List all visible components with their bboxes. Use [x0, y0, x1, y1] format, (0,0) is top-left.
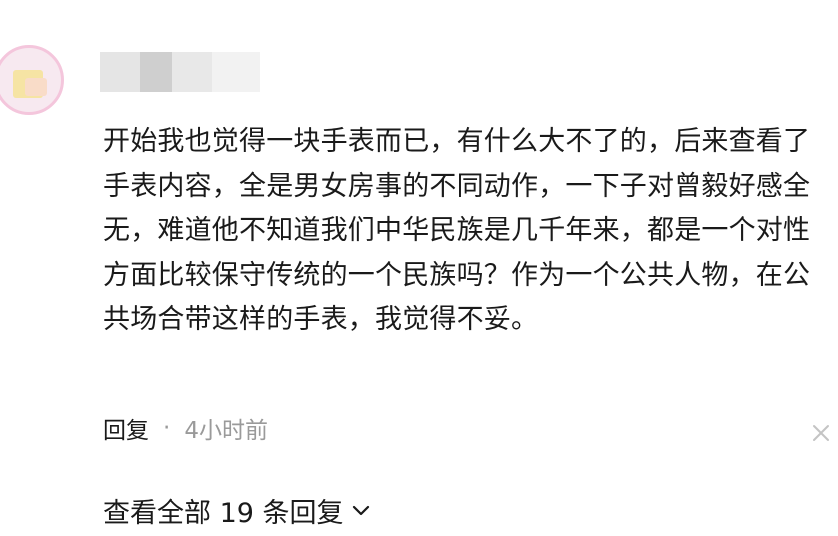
separator-dot: ·	[163, 415, 171, 441]
comment-meta: 回复 · 4小时前	[103, 410, 268, 446]
avatar[interactable]	[0, 45, 64, 115]
avatar-image-fragment	[25, 78, 47, 96]
username-blurred[interactable]	[100, 52, 260, 92]
chevron-down-icon	[352, 505, 369, 516]
blur-block	[100, 52, 140, 92]
view-all-replies-button[interactable]: 查看全部 19 条回复	[103, 490, 372, 530]
view-all-replies-label: 查看全部 19 条回复	[103, 497, 344, 529]
reply-button[interactable]: 回复	[103, 411, 149, 445]
blur-block	[212, 52, 260, 92]
close-icon[interactable]	[806, 418, 836, 448]
blur-block	[140, 52, 172, 92]
timestamp: 4小时前	[184, 418, 268, 444]
blur-block	[172, 52, 212, 92]
comment-text: 开始我也觉得一块手表而已，有什么大不了的，后来查看了手表内容，全是男女房事的不同…	[103, 126, 811, 335]
